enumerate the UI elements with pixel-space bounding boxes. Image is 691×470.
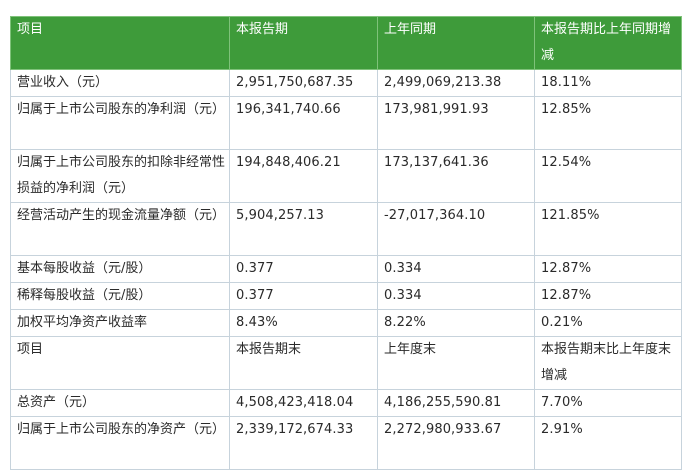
table-row: 归属于上市公司股东的净资产（元） 2,339,172,674.33 2,272,…	[10, 416, 682, 470]
row-prior: 8.22%	[377, 309, 535, 337]
table-subheader-row: 项目 本报告期末 上年度末 本报告期末比上年度末增减	[10, 336, 682, 390]
table-row: 营业收入（元） 2,951,750,687.35 2,499,069,213.3…	[10, 69, 682, 97]
header-change: 本报告期比上年同期增减	[534, 16, 682, 70]
row-change: 0.21%	[534, 309, 682, 337]
row-current: 0.377	[229, 282, 378, 310]
financial-table: 项目 本报告期 上年同期 本报告期比上年同期增减 营业收入（元） 2,951,7…	[10, 16, 682, 470]
row-prior: 2,499,069,213.38	[377, 69, 535, 97]
row-prior: 173,137,641.36	[377, 149, 535, 203]
row-prior: 0.334	[377, 255, 535, 283]
row-current: 0.377	[229, 255, 378, 283]
row-item: 稀释每股收益（元/股）	[10, 282, 230, 310]
subheader-change: 本报告期末比上年度末增减	[534, 336, 682, 390]
row-change: 12.54%	[534, 149, 682, 203]
table-row: 加权平均净资产收益率 8.43% 8.22% 0.21%	[10, 309, 682, 337]
row-prior: 173,981,991.93	[377, 96, 535, 150]
row-current: 4,508,423,418.04	[229, 389, 378, 417]
table-header-row: 项目 本报告期 上年同期 本报告期比上年同期增减	[10, 16, 682, 70]
row-prior: 0.334	[377, 282, 535, 310]
row-item: 归属于上市公司股东的净资产（元）	[10, 416, 230, 470]
row-prior: 2,272,980,933.67	[377, 416, 535, 470]
table-row: 归属于上市公司股东的净利润（元） 196,341,740.66 173,981,…	[10, 96, 682, 150]
row-item: 基本每股收益（元/股）	[10, 255, 230, 283]
row-item: 加权平均净资产收益率	[10, 309, 230, 337]
row-change: 12.85%	[534, 96, 682, 150]
header-item: 项目	[10, 16, 230, 70]
table-row: 基本每股收益（元/股） 0.377 0.334 12.87%	[10, 255, 682, 283]
table-row: 归属于上市公司股东的扣除非经常性损益的净利润（元） 194,848,406.21…	[10, 149, 682, 203]
header-prior-period: 上年同期	[377, 16, 535, 70]
row-current: 2,339,172,674.33	[229, 416, 378, 470]
table-row: 经营活动产生的现金流量净额（元） 5,904,257.13 -27,017,36…	[10, 202, 682, 256]
row-change: 2.91%	[534, 416, 682, 470]
subheader-prior-year-end: 上年度末	[377, 336, 535, 390]
table-row: 稀释每股收益（元/股） 0.377 0.334 12.87%	[10, 282, 682, 310]
row-current: 2,951,750,687.35	[229, 69, 378, 97]
header-current-period: 本报告期	[229, 16, 378, 70]
row-change: 12.87%	[534, 282, 682, 310]
row-change: 7.70%	[534, 389, 682, 417]
row-change: 18.11%	[534, 69, 682, 97]
row-prior: 4,186,255,590.81	[377, 389, 535, 417]
row-item: 经营活动产生的现金流量净额（元）	[10, 202, 230, 256]
row-change: 121.85%	[534, 202, 682, 256]
row-item: 总资产（元）	[10, 389, 230, 417]
row-item: 归属于上市公司股东的净利润（元）	[10, 96, 230, 150]
row-prior: -27,017,364.10	[377, 202, 535, 256]
row-change: 12.87%	[534, 255, 682, 283]
row-current: 5,904,257.13	[229, 202, 378, 256]
financial-summary: 项目 本报告期 上年同期 本报告期比上年同期增减 营业收入（元） 2,951,7…	[10, 16, 682, 470]
row-item: 归属于上市公司股东的扣除非经常性损益的净利润（元）	[10, 149, 230, 203]
row-current: 194,848,406.21	[229, 149, 378, 203]
table-row: 总资产（元） 4,508,423,418.04 4,186,255,590.81…	[10, 389, 682, 417]
subheader-item: 项目	[10, 336, 230, 390]
subheader-period-end: 本报告期末	[229, 336, 378, 390]
row-current: 8.43%	[229, 309, 378, 337]
row-current: 196,341,740.66	[229, 96, 378, 150]
row-item: 营业收入（元）	[10, 69, 230, 97]
